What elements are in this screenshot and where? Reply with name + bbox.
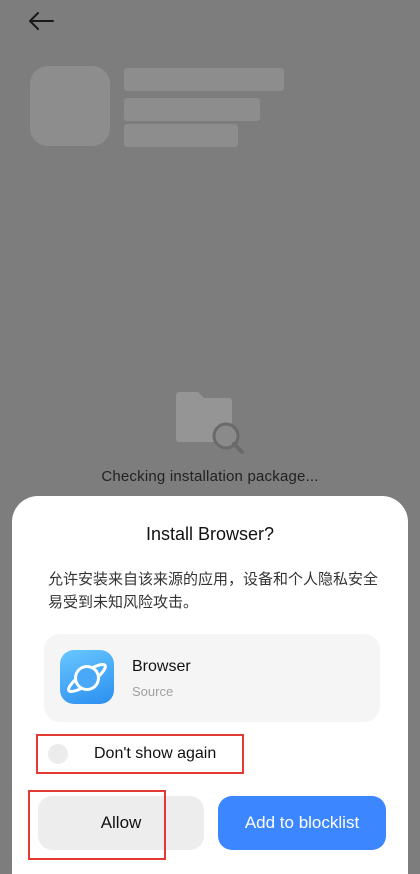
allow-highlight-box — [28, 790, 166, 860]
dialog-message: 允许安装来自该来源的应用，设备和个人隐私安全易受到未知风险攻击。 — [48, 570, 379, 611]
app-source: Source — [132, 684, 174, 699]
dont-show-again-label: Don't show again — [94, 745, 217, 762]
add-to-blocklist-button[interactable]: Add to blocklist — [218, 796, 386, 850]
subtitle-placeholder — [124, 98, 260, 121]
app-name: Browser — [132, 658, 191, 675]
title-placeholder — [124, 68, 284, 91]
dialog-title: Install Browser? — [145, 524, 275, 544]
checking-status-text: Checking installation package... — [101, 468, 319, 485]
dont-show-again-checkbox[interactable]: Don't show again — [36, 734, 244, 774]
detail-placeholder — [124, 124, 238, 147]
folder-search-icon — [176, 392, 244, 454]
install-dialog: Install Browser? 允许安装来自该来源的应用，设备和个人隐私安全易… — [12, 496, 408, 874]
browser-planet-icon — [60, 650, 114, 704]
app-info-card: Browser Source — [44, 634, 380, 722]
checkbox-circle-icon — [48, 744, 68, 764]
back-button[interactable] — [26, 8, 56, 34]
app-icon-placeholder — [30, 66, 110, 146]
arrow-left-icon — [29, 12, 54, 30]
install-screen: Checking installation package... Install… — [0, 0, 420, 874]
